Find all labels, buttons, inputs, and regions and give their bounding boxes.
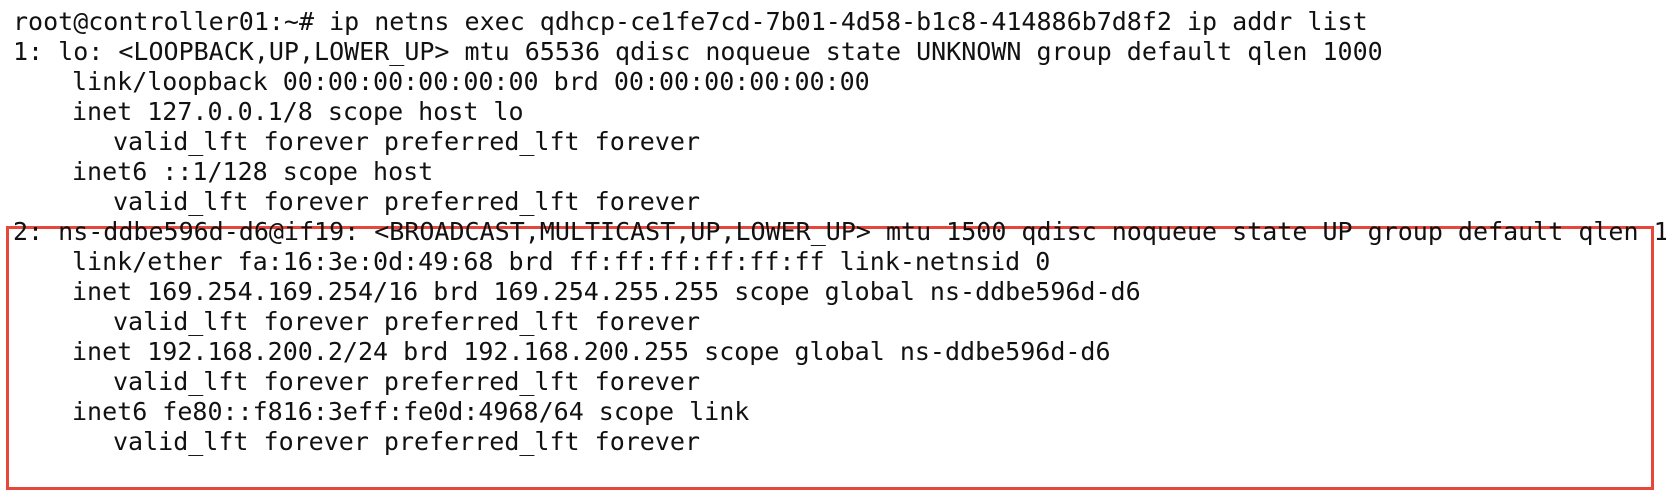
ns-inet-metadata-line: inet 169.254.169.254/16 brd 169.254.255.…: [72, 277, 1141, 306]
ns-inet-dhcp-lifetime-line: valid_lft forever preferred_lft forever: [113, 367, 700, 396]
ns-link-line: link/ether fa:16:3e:0d:49:68 brd ff:ff:f…: [72, 247, 1051, 276]
ns-inet6-line: inet6 fe80::f816:3eff:fe0d:4968/64 scope…: [72, 397, 750, 426]
lo-inet6-line: inet6 ::1/128 scope host: [72, 157, 434, 186]
terminal-window[interactable]: root@controller01:~# ip netns exec qdhcp…: [0, 0, 1666, 500]
lo-inet-line: inet 127.0.0.1/8 scope host lo: [72, 97, 524, 126]
interface-ns-header: 2: ns-ddbe596d-d6@if19: <BROADCAST,MULTI…: [13, 217, 1666, 246]
ns-inet6-lifetime-line: valid_lft forever preferred_lft forever: [113, 427, 700, 456]
command-prompt-line: root@controller01:~# ip netns exec qdhcp…: [13, 7, 1368, 36]
interface-lo-header: 1: lo: <LOOPBACK,UP,LOWER_UP> mtu 65536 …: [13, 37, 1383, 66]
lo-inet6-lifetime-line: valid_lft forever preferred_lft forever: [113, 187, 700, 216]
lo-link-line: link/loopback 00:00:00:00:00:00 brd 00:0…: [72, 67, 870, 96]
ns-inet-dhcp-line: inet 192.168.200.2/24 brd 192.168.200.25…: [72, 337, 1111, 366]
lo-inet-lifetime-line: valid_lft forever preferred_lft forever: [113, 127, 700, 156]
ns-inet-metadata-lifetime-line: valid_lft forever preferred_lft forever: [113, 307, 700, 336]
